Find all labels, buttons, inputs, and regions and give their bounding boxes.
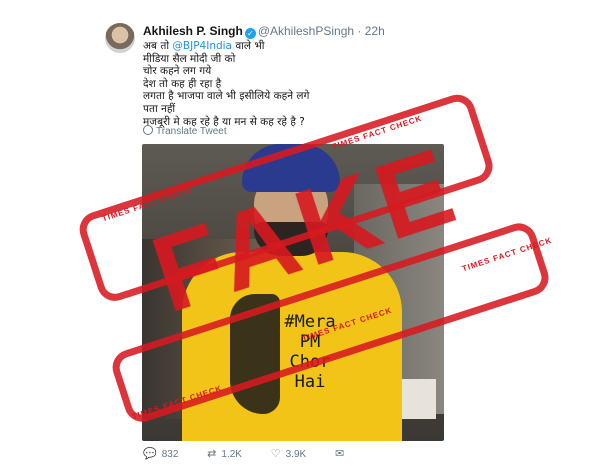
tweet-header: Akhilesh P. Singh ✓ @AkhileshPSingh · 22h: [143, 24, 385, 39]
tweet-time[interactable]: · 22h: [357, 24, 384, 38]
mention-link[interactable]: @BJP4India: [172, 40, 232, 52]
retweet-button[interactable]: ⇄ 1.2K: [207, 447, 242, 460]
author-handle[interactable]: @AkhileshPSingh: [258, 24, 354, 38]
tweet-line: मीडिया सैल मोदी जी को: [143, 52, 236, 65]
author-name[interactable]: Akhilesh P. Singh: [143, 24, 243, 38]
avatar[interactable]: [105, 23, 135, 53]
mail-icon: ✉: [334, 448, 345, 460]
message-button[interactable]: ✉: [335, 447, 349, 460]
tweet-line: लगता है भाजपा वाले भी इसीलिये कहने लगे: [143, 90, 310, 103]
reply-icon: 💬: [143, 448, 157, 460]
translate-tweet-link[interactable]: Translate Tweet: [143, 125, 227, 137]
globe-icon: [143, 125, 153, 135]
tweet-line: देश तो कह ही रहा है: [143, 77, 222, 90]
like-button[interactable]: ♡ 3.9K: [271, 447, 306, 460]
tweet-line: चोर कहने लग गये: [143, 65, 212, 78]
heart-icon: ♡: [270, 448, 281, 460]
retweet-icon: ⇄: [207, 448, 217, 460]
reply-button[interactable]: 💬 832: [143, 447, 178, 460]
tweet-line: पता नहीं: [143, 102, 176, 115]
tweet-actions: 💬 832 ⇄ 1.2K ♡ 3.9K ✉: [143, 447, 443, 460]
verified-badge-icon: ✓: [244, 28, 256, 39]
